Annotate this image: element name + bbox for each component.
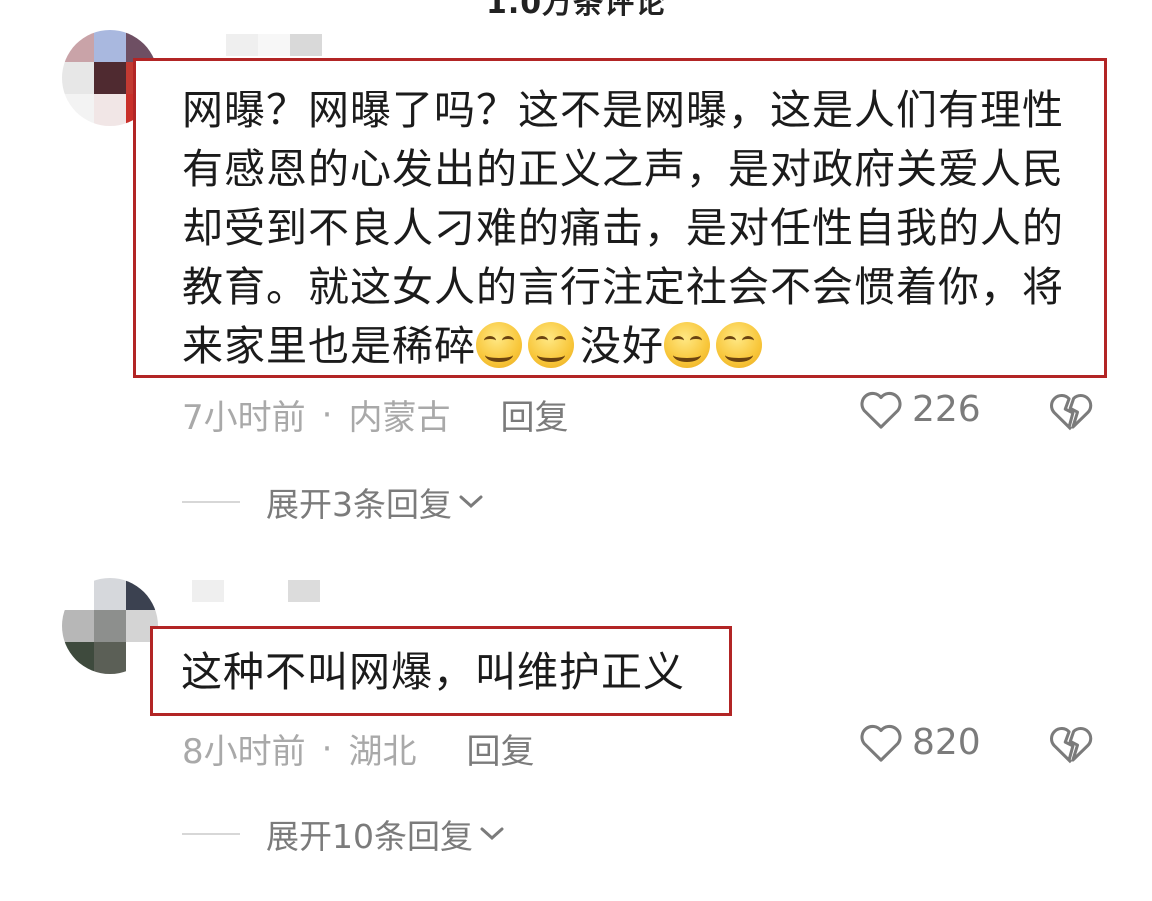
comment-time: 8小时前 xyxy=(182,732,306,772)
like-button[interactable]: 820 xyxy=(858,721,981,763)
heart-icon xyxy=(860,391,902,429)
comment-text: 网曝？网曝了吗？这不是网曝，这是人们有理性有感恩的心发出的正义之声，是对政府关爱… xyxy=(182,86,1064,370)
comment-location: 内蒙古 xyxy=(348,398,451,438)
comment-meta: 7小时前 · 内蒙古 回复 xyxy=(182,390,568,439)
like-count: 226 xyxy=(912,388,981,430)
dislike-button[interactable] xyxy=(1048,723,1094,769)
meta-separator: · xyxy=(321,728,333,769)
comments-count-title: 1.0万条评论 xyxy=(486,0,667,21)
divider-line xyxy=(182,833,240,835)
comment-meta: 8小时前 · 湖北 回复 xyxy=(182,724,534,773)
username-blurred[interactable] xyxy=(226,34,322,56)
grinning-squint-emoji-icon xyxy=(528,322,574,368)
like-button[interactable]: 226 xyxy=(858,388,981,430)
broken-heart-icon xyxy=(1049,726,1093,764)
highlighted-comment-box: 这种不叫网爆，叫维护正义 xyxy=(150,626,732,716)
chevron-down-icon xyxy=(459,495,483,509)
chevron-down-icon xyxy=(480,827,504,841)
grinning-squint-emoji-icon xyxy=(476,322,522,368)
meta-separator: · xyxy=(321,394,333,435)
avatar[interactable] xyxy=(62,578,158,674)
highlighted-comment-box: 网曝？网曝了吗？这不是网曝，这是人们有理性有感恩的心发出的正义之声，是对政府关爱… xyxy=(133,58,1107,378)
reply-button[interactable]: 回复 xyxy=(466,724,534,773)
dislike-button[interactable] xyxy=(1048,390,1094,436)
expand-replies-label: 展开10条回复 xyxy=(266,817,473,856)
comment-text: 这种不叫网爆，叫维护正义 xyxy=(181,648,685,696)
grinning-squint-emoji-icon xyxy=(716,322,762,368)
broken-heart-icon xyxy=(1049,393,1093,431)
divider-line xyxy=(182,501,240,503)
expand-replies-button[interactable]: 展开3条回复 xyxy=(182,478,484,526)
reply-button[interactable]: 回复 xyxy=(500,390,568,439)
heart-icon xyxy=(860,724,902,762)
comment-time: 7小时前 xyxy=(182,398,306,438)
comment-location: 湖北 xyxy=(348,732,417,772)
username-blurred[interactable] xyxy=(192,580,320,602)
expand-replies-label: 展开3条回复 xyxy=(266,485,452,524)
grinning-squint-emoji-icon xyxy=(664,322,710,368)
like-count: 820 xyxy=(912,721,981,763)
expand-replies-button[interactable]: 展开10条回复 xyxy=(182,810,505,858)
